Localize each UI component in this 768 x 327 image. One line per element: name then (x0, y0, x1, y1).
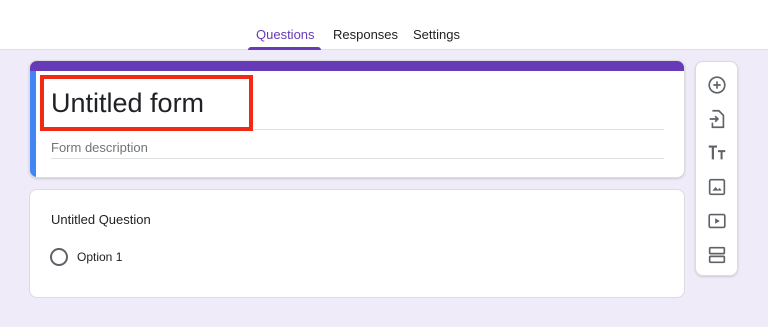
tab-responses[interactable]: Responses (333, 27, 398, 50)
active-tab-indicator (248, 47, 321, 50)
floating-toolbar (695, 61, 738, 276)
add-title-icon[interactable] (706, 142, 728, 164)
radio-button-icon[interactable] (50, 248, 68, 266)
question-card[interactable]: Untitled Question Option 1 (29, 189, 685, 298)
top-bar: Questions Responses Settings (0, 0, 768, 50)
option-label[interactable]: Option 1 (77, 250, 122, 264)
form-description-input[interactable]: Form description (51, 140, 148, 155)
form-title-card[interactable]: Untitled form Form description (29, 60, 685, 178)
add-section-icon[interactable] (706, 244, 728, 266)
tab-settings[interactable]: Settings (413, 27, 460, 50)
add-video-icon[interactable] (706, 210, 728, 232)
description-underline (51, 158, 664, 159)
tabs: Questions Responses Settings (0, 0, 768, 50)
question-title[interactable]: Untitled Question (51, 212, 151, 227)
import-questions-icon[interactable] (706, 108, 728, 130)
highlight-annotation (40, 75, 253, 131)
add-image-icon[interactable] (706, 176, 728, 198)
card-top-accent (30, 61, 684, 71)
add-question-icon[interactable] (706, 74, 728, 96)
card-focus-indicator (30, 71, 36, 177)
